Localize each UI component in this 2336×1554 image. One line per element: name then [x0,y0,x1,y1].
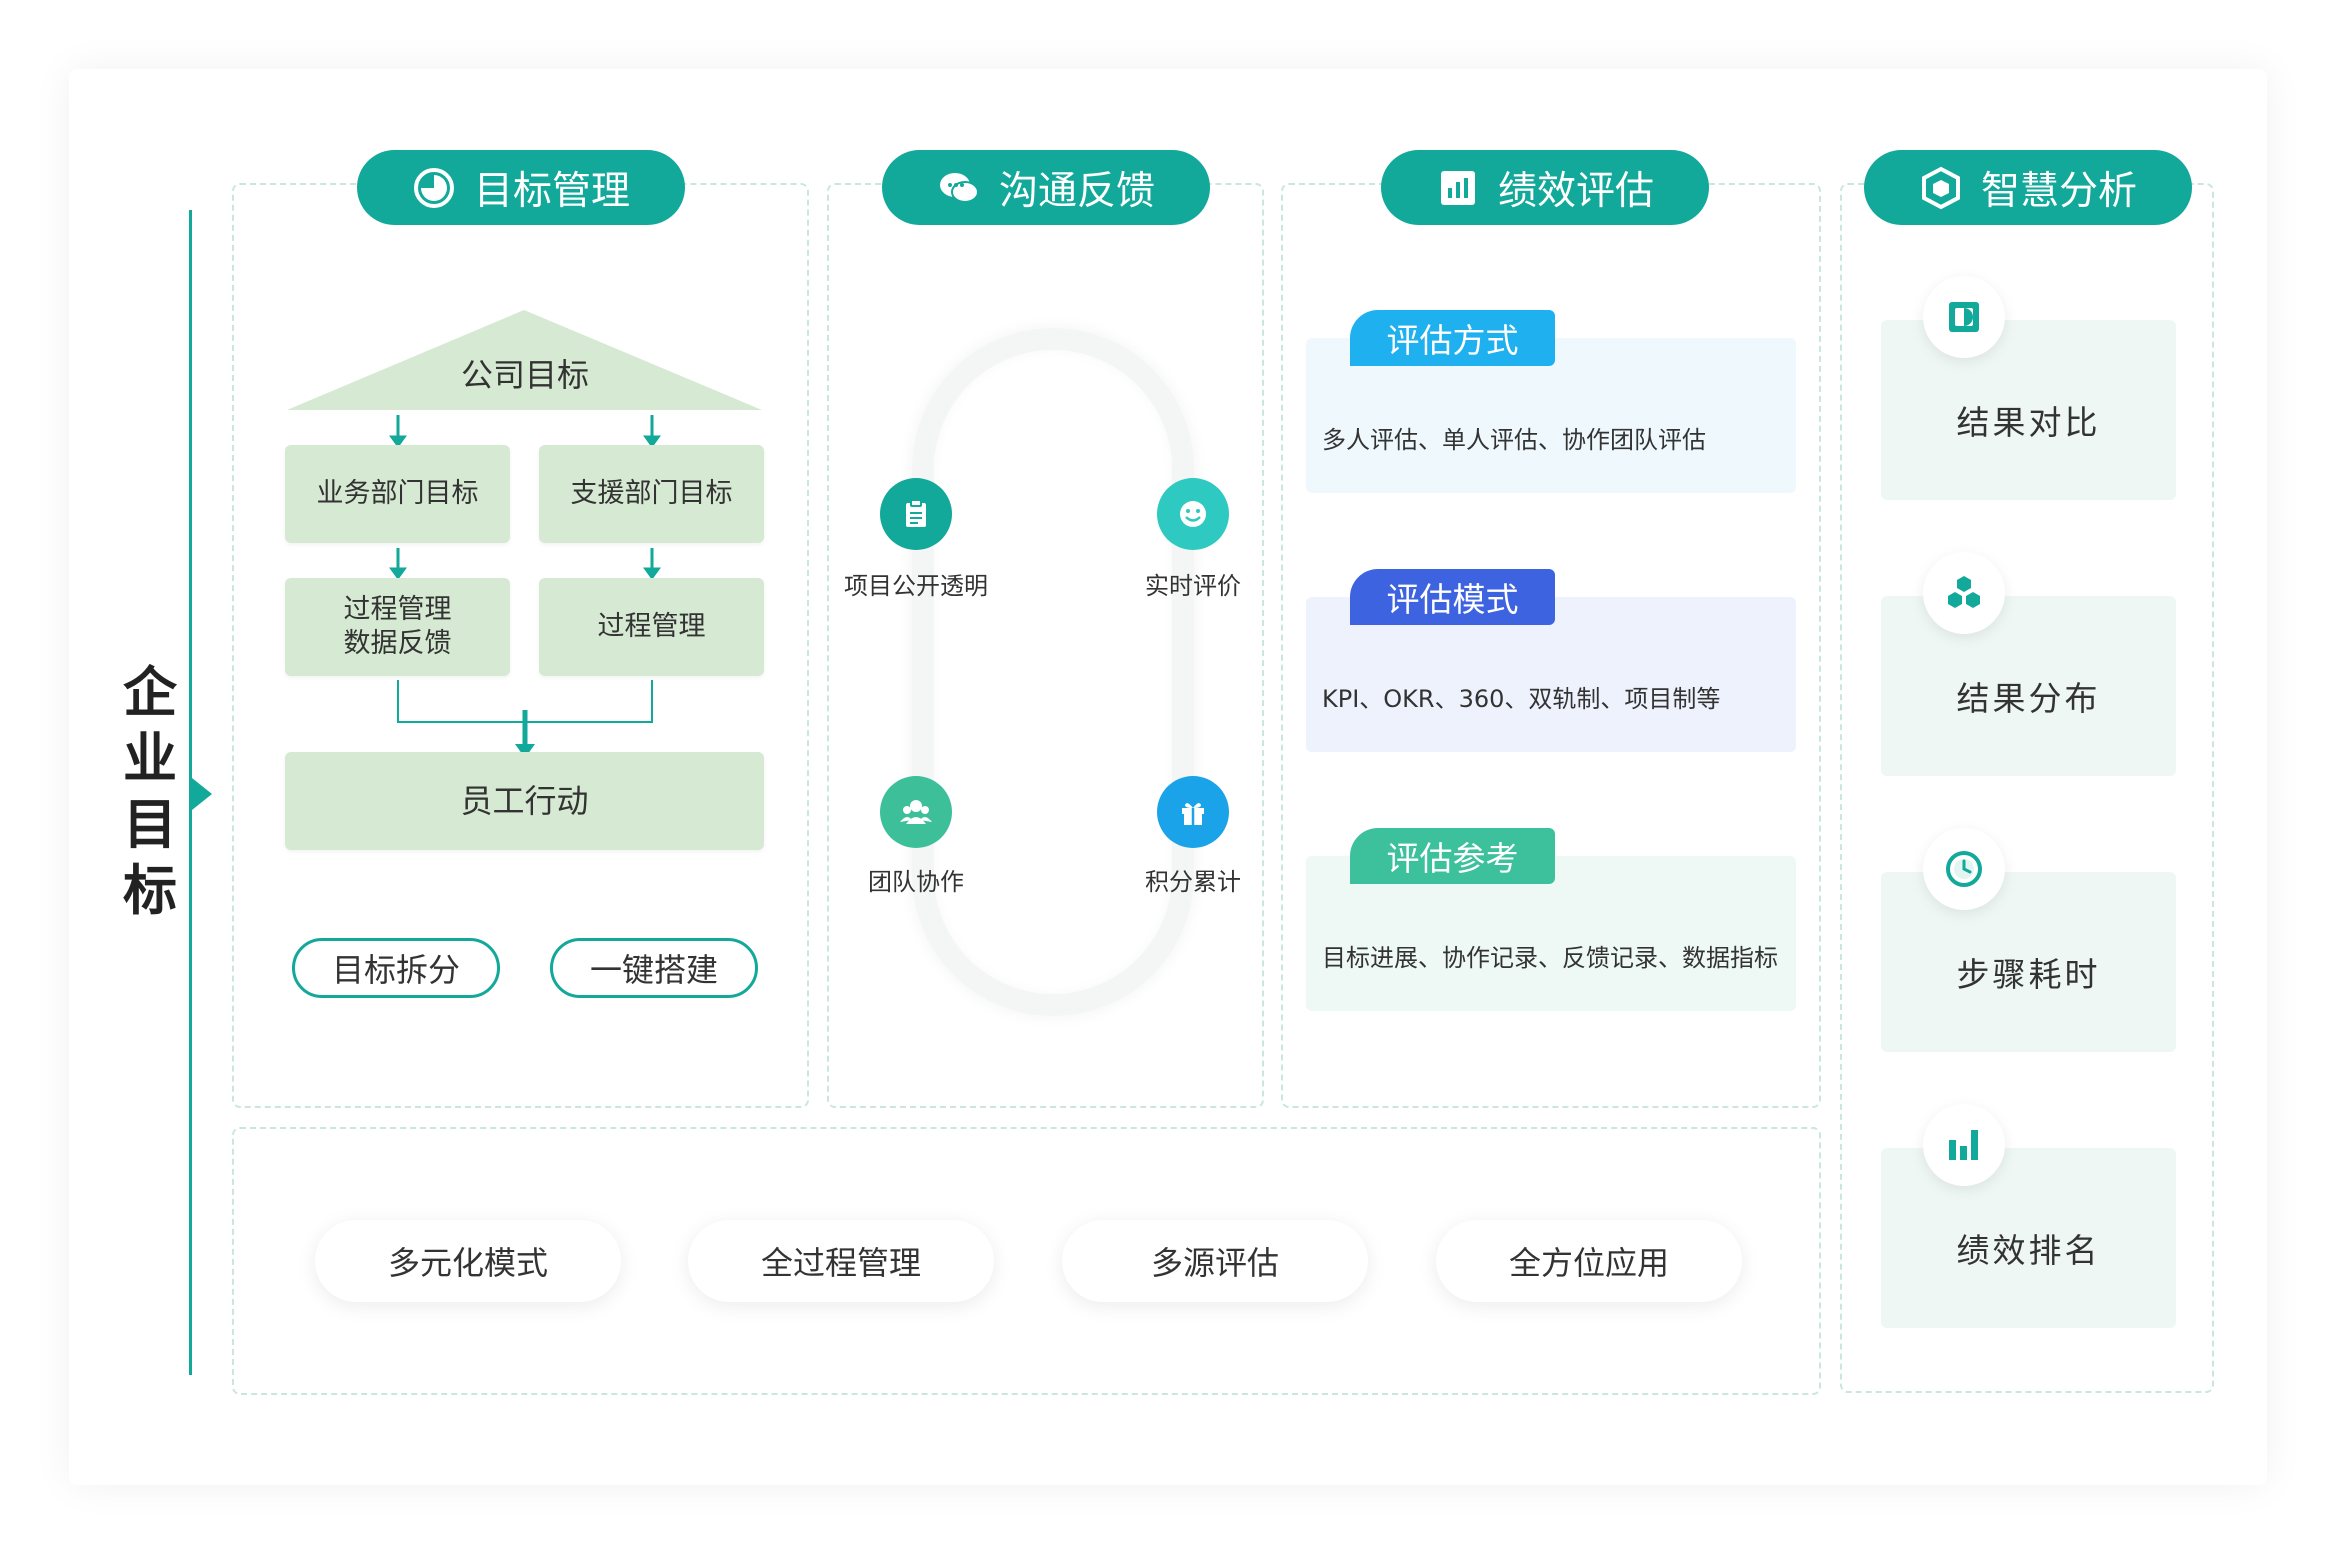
comm-loop-ring [912,328,1194,1016]
analysis-item-label: 结果对比 [1956,403,2101,442]
hexagons-icon-wrap [1923,552,2005,634]
support-dept-box: 支援部门目标 [539,445,764,543]
clock-icon [1946,851,1982,887]
eval-mode-tag: 评估模式 [1350,569,1555,625]
comm-header: 沟通反馈 [882,150,1210,225]
company-goal-label: 公司目标 [460,356,589,394]
comm-item-label: 积分累计 [1145,868,1241,896]
smile-icon [1180,501,1206,527]
gift-icon-wrap [1157,776,1229,848]
process-feedback-box: 过程管理 数据反馈 [285,578,510,676]
side-title-char: 标 [123,859,177,922]
eval-mode-text: KPI、OKR、360、双轨制、项目制等 [1322,685,1721,713]
analysis-item: 步骤耗时 [1881,872,2176,1052]
compare-icon [1949,302,1979,332]
analysis-item: 结果对比 [1881,320,2176,500]
eval-method-tag: 评估方式 [1350,310,1555,366]
clipboard-icon [906,499,926,527]
comm-item-label: 项目公开透明 [844,572,988,600]
side-title: 企 业 目 标 [120,660,180,924]
comm-item-label: 实时评价 [1145,572,1241,600]
pie-chart-icon [413,167,454,208]
analysis-item-label: 绩效排名 [1956,1231,2101,1270]
compare-icon-wrap [1923,276,2005,358]
analysis-header: 智慧分析 [1864,150,2192,225]
goal-header: 目标管理 [357,150,685,225]
smile-icon-wrap [1157,478,1229,550]
analysis-item: 结果分布 [1881,596,2176,776]
business-dept-box: 业务部门目标 [285,445,510,543]
eval-method-text: 多人评估、单人评估、协作团队评估 [1322,426,1706,454]
process-feedback-line2: 数据反馈 [343,628,452,659]
eval-reference-text: 目标进展、协作记录、反馈记录、数据指标 [1322,944,1778,972]
one-click-build-button[interactable]: 一键搭建 [550,938,758,998]
bar-chart-icon-wrap [1923,1104,2005,1186]
side-title-char: 业 [123,727,177,790]
feature-pill: 多源评估 [1062,1220,1368,1302]
feature-pill: 全方位应用 [1436,1220,1742,1302]
side-arrow-icon [192,778,212,810]
feature-pill: 多元化模式 [315,1220,621,1302]
bar-chart-icon [1949,1130,1978,1160]
employee-action-box: 员工行动 [285,752,764,850]
perf-header: 绩效评估 [1381,150,1709,225]
team-icon [900,800,932,824]
clock-icon-wrap [1923,828,2005,910]
side-title-char: 目 [123,793,177,856]
goal-header-label: 目标管理 [473,168,630,214]
chat-icon [939,172,979,203]
analysis-item: 绩效排名 [1881,1148,2176,1328]
analysis-item-label: 结果分布 [1956,679,2101,718]
report-icon [1440,170,1475,205]
comm-item-label: 团队协作 [868,868,964,896]
process-feedback-line1: 过程管理 [343,594,452,625]
perf-header-label: 绩效评估 [1497,168,1654,214]
analysis-item-label: 步骤耗时 [1956,955,2101,994]
eval-reference-tag: 评估参考 [1350,828,1555,884]
cube-icon [1921,166,1960,209]
goal-split-button[interactable]: 目标拆分 [292,938,500,998]
feature-pill: 全过程管理 [688,1220,994,1302]
process-box: 过程管理 [539,578,764,676]
team-icon-wrap [880,776,952,848]
analysis-header-label: 智慧分析 [1980,168,2137,214]
gift-icon [1182,803,1204,825]
side-title-char: 企 [123,661,177,724]
comm-header-label: 沟通反馈 [998,168,1155,214]
hexagons-icon [1948,576,1980,608]
clipboard-icon-wrap [880,478,952,550]
